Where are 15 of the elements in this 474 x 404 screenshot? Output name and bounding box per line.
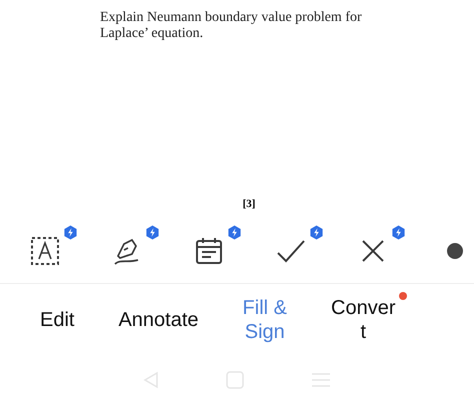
calendar-icon: [194, 236, 224, 266]
cross-icon: [361, 238, 385, 262]
marks-text: [3]: [242, 196, 256, 212]
mode-tab[interactable]: Fill & Sign: [242, 296, 287, 344]
lightning-badge-icon: [63, 224, 78, 240]
mode-tab[interactable]: Annotate: [118, 308, 199, 332]
lightning-badge-icon: [227, 224, 242, 240]
text-box-icon: [30, 236, 60, 266]
mode-tab[interactable]: Conver t: [331, 296, 396, 344]
lightning-badge-icon: [391, 224, 406, 240]
lightning-badge-icon: [309, 224, 324, 240]
mode-tab[interactable]: Edit: [40, 308, 74, 332]
lightning-badge-icon: [145, 224, 160, 240]
check-icon: [276, 238, 306, 264]
question-text: Explain Neumann boundary value problem for Laplace’ equation.: [100, 10, 363, 42]
